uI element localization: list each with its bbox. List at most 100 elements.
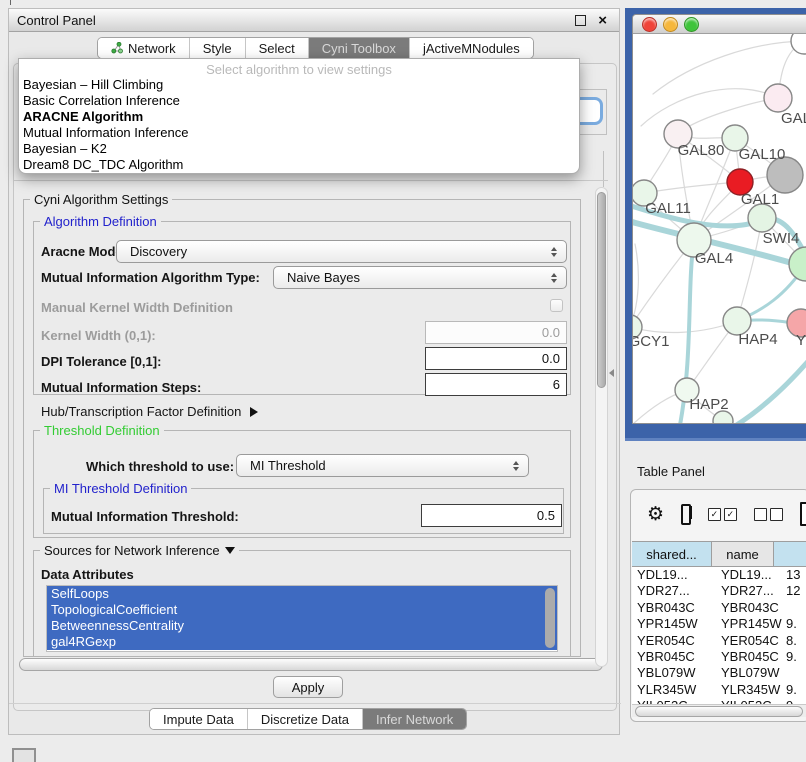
table-cell: 9. xyxy=(782,616,806,632)
table-row[interactable]: YBL079WYBL079W xyxy=(632,665,806,681)
tab-select-label: Select xyxy=(259,41,295,56)
table-cell xyxy=(782,600,806,616)
list-item-betweennesscentrality[interactable]: BetweennessCentrality xyxy=(47,618,557,634)
dropdown-item-basic-correlation-inference[interactable]: Basic Correlation Inference xyxy=(19,93,579,109)
list-item-gal4rgexp[interactable]: gal4RGexp xyxy=(47,634,557,650)
table-cell: YBR045C xyxy=(632,649,716,665)
which-threshold-combo[interactable]: MI Threshold xyxy=(236,454,529,477)
splitter-collapse-icon[interactable] xyxy=(609,369,614,377)
apply-button-label: Apply xyxy=(292,680,325,695)
graph-node[interactable] xyxy=(791,34,806,54)
mi-threshold-field[interactable]: 0.5 xyxy=(421,504,562,527)
table-row[interactable]: YDR27...YDR27...12 xyxy=(632,583,806,599)
network-graph[interactable]: GALGAL80GAL10GAL1GAL11GAL4SWI4HAP4YGCY1H… xyxy=(633,34,806,424)
table-row[interactable]: YPR145WYPR145W9. xyxy=(632,616,806,632)
table-cell: YDL19... xyxy=(716,567,782,583)
mi-type-combo[interactable]: Naive Bayes xyxy=(273,266,567,289)
hub-definition-expander[interactable]: Hub/Transcription Factor Definition xyxy=(41,404,258,419)
checked-boxes-icon[interactable]: ✓✓ xyxy=(708,508,737,521)
document-icon[interactable] xyxy=(800,502,806,526)
graph-node-label: GAL xyxy=(781,110,806,127)
window-edge-tick xyxy=(10,0,11,5)
tab-style[interactable]: Style xyxy=(189,38,245,58)
table-cell: YDL19... xyxy=(632,567,716,583)
tab-select[interactable]: Select xyxy=(245,38,308,58)
table-cell: 12 xyxy=(782,583,806,599)
dropdown-item-aracne-algorithm[interactable]: ARACNE Algorithm xyxy=(19,109,579,125)
dpi-tolerance-field[interactable]: 0.0 xyxy=(425,347,567,370)
column-header-extra[interactable] xyxy=(774,541,806,567)
list-scrollbar[interactable] xyxy=(545,588,555,648)
list-item-topologicalcoefficient[interactable]: TopologicalCoefficient xyxy=(47,602,557,618)
column-header-shared[interactable]: shared... xyxy=(632,541,712,567)
screen: Control Panel × Network Style Select Cyn xyxy=(0,0,806,762)
cyni-settings-title: Cyni Algorithm Settings xyxy=(30,192,172,207)
unchecked-boxes-icon[interactable] xyxy=(754,508,783,521)
list-item-selfloops[interactable]: SelfLoops xyxy=(47,586,557,602)
table-toolbar: ⚙ ✓✓ xyxy=(631,490,806,538)
table-row[interactable]: YER054CYER054C8. xyxy=(632,633,806,649)
manual-kernel-checkbox[interactable] xyxy=(550,299,563,312)
data-attributes-list[interactable]: SelfLoops TopologicalCoefficient Between… xyxy=(46,585,558,652)
dropdown-item-dream8-dc-tdc[interactable]: Dream8 DC_TDC Algorithm xyxy=(19,157,579,173)
split-columns-icon[interactable] xyxy=(681,504,691,525)
dropdown-item-mutual-information-inference[interactable]: Mutual Information Inference xyxy=(19,125,579,141)
table-cell: YLR345W xyxy=(716,682,782,698)
table-hscroll-thumb[interactable] xyxy=(635,706,803,717)
column-header-name[interactable]: name xyxy=(712,541,774,567)
table-panel-window: ⚙ ✓✓ shared... name YDL19...YDL19...13YD… xyxy=(630,489,806,722)
settings-horizontal-scrollbar[interactable] xyxy=(19,658,603,671)
dpi-tolerance-label: DPI Tolerance [0,1]: xyxy=(41,354,161,369)
graph-node-label: GAL80 xyxy=(678,142,725,159)
tab-jactivemnodules[interactable]: jActiveMNodules xyxy=(409,38,533,58)
mi-steps-field[interactable]: 6 xyxy=(425,373,567,396)
tab-cyni-toolbox[interactable]: Cyni Toolbox xyxy=(308,38,409,58)
gear-icon[interactable]: ⚙ xyxy=(647,505,664,524)
network-icon xyxy=(111,42,123,54)
settings-scrollbar-thumb[interactable] xyxy=(597,192,606,388)
graph-node[interactable] xyxy=(748,204,776,232)
minimize-light[interactable] xyxy=(663,17,678,32)
table-row[interactable]: YLR345WYLR345W9. xyxy=(632,682,806,698)
tab-infer-network[interactable]: Infer Network xyxy=(362,709,466,729)
graph-node-label: HAP4 xyxy=(738,331,777,348)
hidden-groupbox-line xyxy=(603,151,604,187)
graph-edge xyxy=(633,244,638,327)
table-row[interactable]: YBR043CYBR043C xyxy=(632,600,806,616)
float-icon[interactable] xyxy=(575,15,586,26)
table-cell: YBR043C xyxy=(632,600,716,616)
aracne-mode-combo[interactable]: Discovery xyxy=(116,240,567,263)
spinner-arrows-icon xyxy=(513,461,519,471)
table-hscroll-track[interactable] xyxy=(632,704,806,717)
settings-vertical-scrollbar[interactable] xyxy=(595,187,608,667)
tab-impute-data[interactable]: Impute Data xyxy=(150,709,247,729)
spinner-arrows-icon xyxy=(551,273,557,283)
sources-group-title[interactable]: Sources for Network Inference xyxy=(40,543,239,558)
graph-node-label: SWI4 xyxy=(763,230,800,247)
kernel-width-field[interactable]: 0.0 xyxy=(425,321,567,344)
close-icon[interactable]: × xyxy=(598,16,607,25)
data-attributes-label: Data Attributes xyxy=(41,567,134,582)
apply-button[interactable]: Apply xyxy=(273,676,343,698)
dropdown-item-bayesian-k2[interactable]: Bayesian – K2 xyxy=(19,141,579,157)
bottom-tabs: Impute Data Discretize Data Infer Networ… xyxy=(149,708,467,730)
graph-edge xyxy=(737,218,762,321)
graph-node-swi4[interactable] xyxy=(789,247,806,281)
dropdown-item-bayesian-hill-climbing[interactable]: Bayesian – Hill Climbing xyxy=(19,77,579,93)
tab-discretize-data[interactable]: Discretize Data xyxy=(247,709,362,729)
control-panel-title: Control Panel xyxy=(17,13,96,28)
table-cell: YDR27... xyxy=(716,583,782,599)
table-row[interactable]: YBR045CYBR045C9. xyxy=(632,649,806,665)
graph-node-gal[interactable] xyxy=(764,84,792,112)
hub-definition-label: Hub/Transcription Factor Definition xyxy=(41,404,241,419)
docked-window-icon[interactable] xyxy=(12,748,36,762)
tab-network[interactable]: Network xyxy=(98,38,189,58)
mi-type-label: Mutual Information Algorithm Type: xyxy=(41,270,260,285)
table-row[interactable]: YDL19...YDL19...13 xyxy=(632,567,806,583)
manual-kernel-label: Manual Kernel Width Definition xyxy=(41,300,233,315)
table-cell: YLR345W xyxy=(632,682,716,698)
which-threshold-value: MI Threshold xyxy=(250,458,326,473)
close-light[interactable] xyxy=(642,17,657,32)
zoom-light[interactable] xyxy=(684,17,699,32)
mi-threshold-group-title: MI Threshold Definition xyxy=(50,481,191,496)
